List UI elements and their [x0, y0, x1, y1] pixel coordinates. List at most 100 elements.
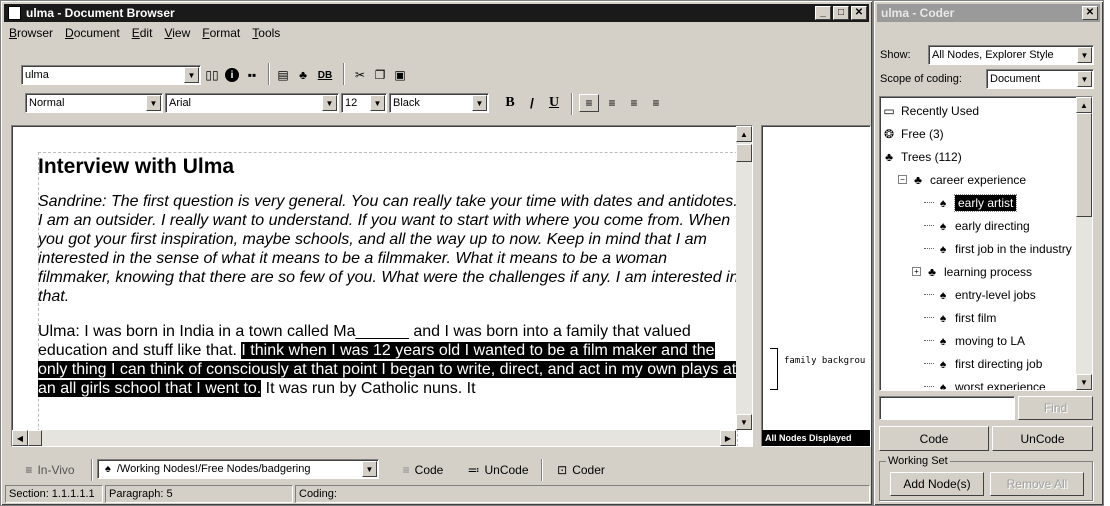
add-nodes-button[interactable]: Add Node(s) [890, 472, 984, 496]
font-select[interactable]: Arial ▼ [165, 93, 339, 113]
expand-icon[interactable]: + [912, 267, 921, 276]
tree-item[interactable]: ♠ first job in the industry [924, 237, 1072, 260]
document-select[interactable]: ulma ▼ [21, 65, 201, 85]
status-coding: Coding: [295, 485, 870, 503]
scroll-thumb[interactable] [28, 430, 42, 446]
scroll-up-icon[interactable]: ▲ [1076, 97, 1092, 113]
uncode-button[interactable]: ≕ UnCode [461, 461, 535, 479]
scroll-thumb[interactable] [1076, 113, 1092, 217]
node-select[interactable]: ♠ /Working Nodes!/Free Nodes/badgering ▼ [97, 459, 379, 479]
color-select[interactable]: Black ▼ [389, 93, 489, 113]
find-button[interactable]: Find [1018, 396, 1093, 420]
status-bar: Section: 1.1.1.1.1 Paragraph: 5 Coding: [5, 485, 870, 503]
coder-button[interactable]: ⊡ Coder [549, 461, 613, 479]
uncode-icon: ≕ [467, 463, 480, 477]
pin-icon[interactable]: ♣ [294, 66, 312, 84]
tree-item[interactable]: ♠ early directing [924, 214, 1030, 237]
tree-item[interactable]: ♠ moving to LA [924, 329, 1025, 352]
code-button[interactable]: ≡ Code [393, 461, 453, 479]
toolbar-separator [571, 93, 573, 115]
document-pane[interactable]: Interview with Ulma Sandrine: The first … [11, 125, 753, 447]
chevron-down-icon[interactable]: ▼ [1077, 71, 1092, 87]
tree-vertical-scrollbar[interactable]: ▲ ▼ [1076, 97, 1092, 390]
style-select[interactable]: Normal ▼ [25, 93, 163, 113]
chevron-down-icon[interactable]: ▼ [184, 67, 199, 83]
scope-select[interactable]: Document ▼ [986, 69, 1094, 89]
style-select-value: Normal [29, 97, 65, 109]
book-icon[interactable]: ▯▯ [203, 66, 221, 84]
maximize-button[interactable]: □ [833, 6, 849, 20]
uncode-button[interactable]: UnCode [992, 426, 1093, 451]
minimize-button[interactable]: _ [815, 6, 831, 20]
chevron-down-icon[interactable]: ▼ [370, 95, 385, 111]
italic-button[interactable]: / [523, 94, 541, 112]
tree-item[interactable]: − ♣ career experience [898, 168, 1026, 191]
menu-format[interactable]: Format [202, 26, 240, 40]
document-content[interactable]: Interview with Ulma Sandrine: The first … [38, 154, 743, 398]
scroll-down-icon[interactable]: ▼ [736, 414, 752, 430]
align-left-icon[interactable]: ≡ [579, 94, 599, 112]
coder-titlebar[interactable]: ulma - Coder ✕ [877, 4, 1100, 22]
underline-button[interactable]: U [545, 94, 563, 112]
menu-view[interactable]: View [164, 26, 190, 40]
db-icon[interactable]: DB [314, 66, 336, 84]
close-button[interactable]: ✕ [1082, 6, 1098, 20]
close-button[interactable]: ✕ [851, 6, 867, 20]
chevron-down-icon[interactable]: ▼ [146, 95, 161, 111]
tree-item[interactable]: ♠ early artist [924, 191, 1018, 214]
size-select[interactable]: 12 ▼ [341, 93, 387, 113]
collapse-icon[interactable]: − [898, 175, 907, 184]
print-preview-icon[interactable]: ▤ [274, 66, 292, 84]
node-tree[interactable]: ▭ Recently Used ❂ Free (3) ♣ Trees (112) − ♣ car… [879, 96, 1093, 391]
bold-button[interactable]: B [501, 94, 519, 112]
tree-item[interactable]: ♠ worst experience [924, 375, 1046, 390]
tree-item[interactable]: ▭ Recently Used [882, 99, 979, 122]
menu-edit[interactable]: Edit [132, 26, 153, 40]
code-button[interactable]: Code [879, 426, 989, 451]
scroll-down-icon[interactable]: ▼ [1076, 374, 1092, 390]
coding-stripe-label[interactable]: family backgrou [784, 356, 865, 366]
tree-item[interactable]: ❂ Free (3) [882, 122, 944, 145]
tree-item[interactable]: ♣ Trees (112) [882, 145, 962, 168]
scroll-thumb[interactable] [736, 144, 752, 162]
align-right-icon[interactable]: ≡ [625, 94, 643, 112]
coding-margin[interactable]: family backgrou All Nodes Displayed [761, 125, 871, 447]
interview-answer-paragraph: Ulma: I was born in India in a town call… [38, 322, 743, 398]
show-select[interactable]: All Nodes, Explorer Style ▼ [928, 45, 1094, 65]
info-icon[interactable]: i [223, 66, 241, 84]
tree-item[interactable]: ♠ first film [924, 306, 996, 329]
document-heading: Interview with Ulma [38, 155, 235, 178]
chevron-down-icon[interactable]: ▼ [362, 461, 377, 477]
cut-icon[interactable]: ✂ [351, 66, 369, 84]
document-vertical-scrollbar[interactable]: ▲ ▼ [736, 126, 752, 430]
tree-connector [924, 340, 934, 341]
remove-all-button[interactable]: Remove All [990, 472, 1084, 496]
toolbar-separator [541, 459, 543, 481]
chevron-down-icon[interactable]: ▼ [472, 95, 487, 111]
tree-item[interactable]: ♠ entry-level jobs [924, 283, 1036, 306]
align-center-icon[interactable]: ≡ [603, 94, 621, 112]
menu-tools[interactable]: Tools [252, 26, 280, 40]
tree-node-icon: ♣ [914, 172, 922, 187]
invivo-button[interactable]: ≡ In-Vivo [15, 461, 85, 479]
node-icon: ♠ [939, 195, 947, 210]
tree-item[interactable]: ♠ first directing job [924, 352, 1042, 375]
tree-item-label: Trees (112) [901, 149, 962, 164]
chevron-down-icon[interactable]: ▼ [322, 95, 337, 111]
justify-icon[interactable]: ≡ [647, 94, 665, 112]
properties-icon[interactable]: ▪▪ [243, 66, 261, 84]
scroll-right-icon[interactable]: ▶ [720, 430, 736, 446]
document-horizontal-scrollbar[interactable]: ◀ ▶ [12, 430, 736, 446]
chevron-down-icon[interactable]: ▼ [1077, 47, 1092, 63]
margin-footer: All Nodes Displayed [762, 430, 870, 446]
node-icon: ♠ [939, 356, 947, 371]
paste-icon[interactable]: ▣ [391, 66, 409, 84]
find-input[interactable] [879, 396, 1015, 420]
scroll-left-icon[interactable]: ◀ [12, 430, 28, 446]
menu-document[interactable]: Document [65, 26, 120, 40]
scroll-up-icon[interactable]: ▲ [736, 126, 752, 142]
copy-icon[interactable]: ❐ [371, 66, 389, 84]
tree-item[interactable]: + ♣ learning process [912, 260, 1032, 283]
browser-titlebar[interactable]: ulma - Document Browser _ □ ✕ [4, 4, 869, 22]
menu-browser[interactable]: Browser [9, 26, 53, 40]
